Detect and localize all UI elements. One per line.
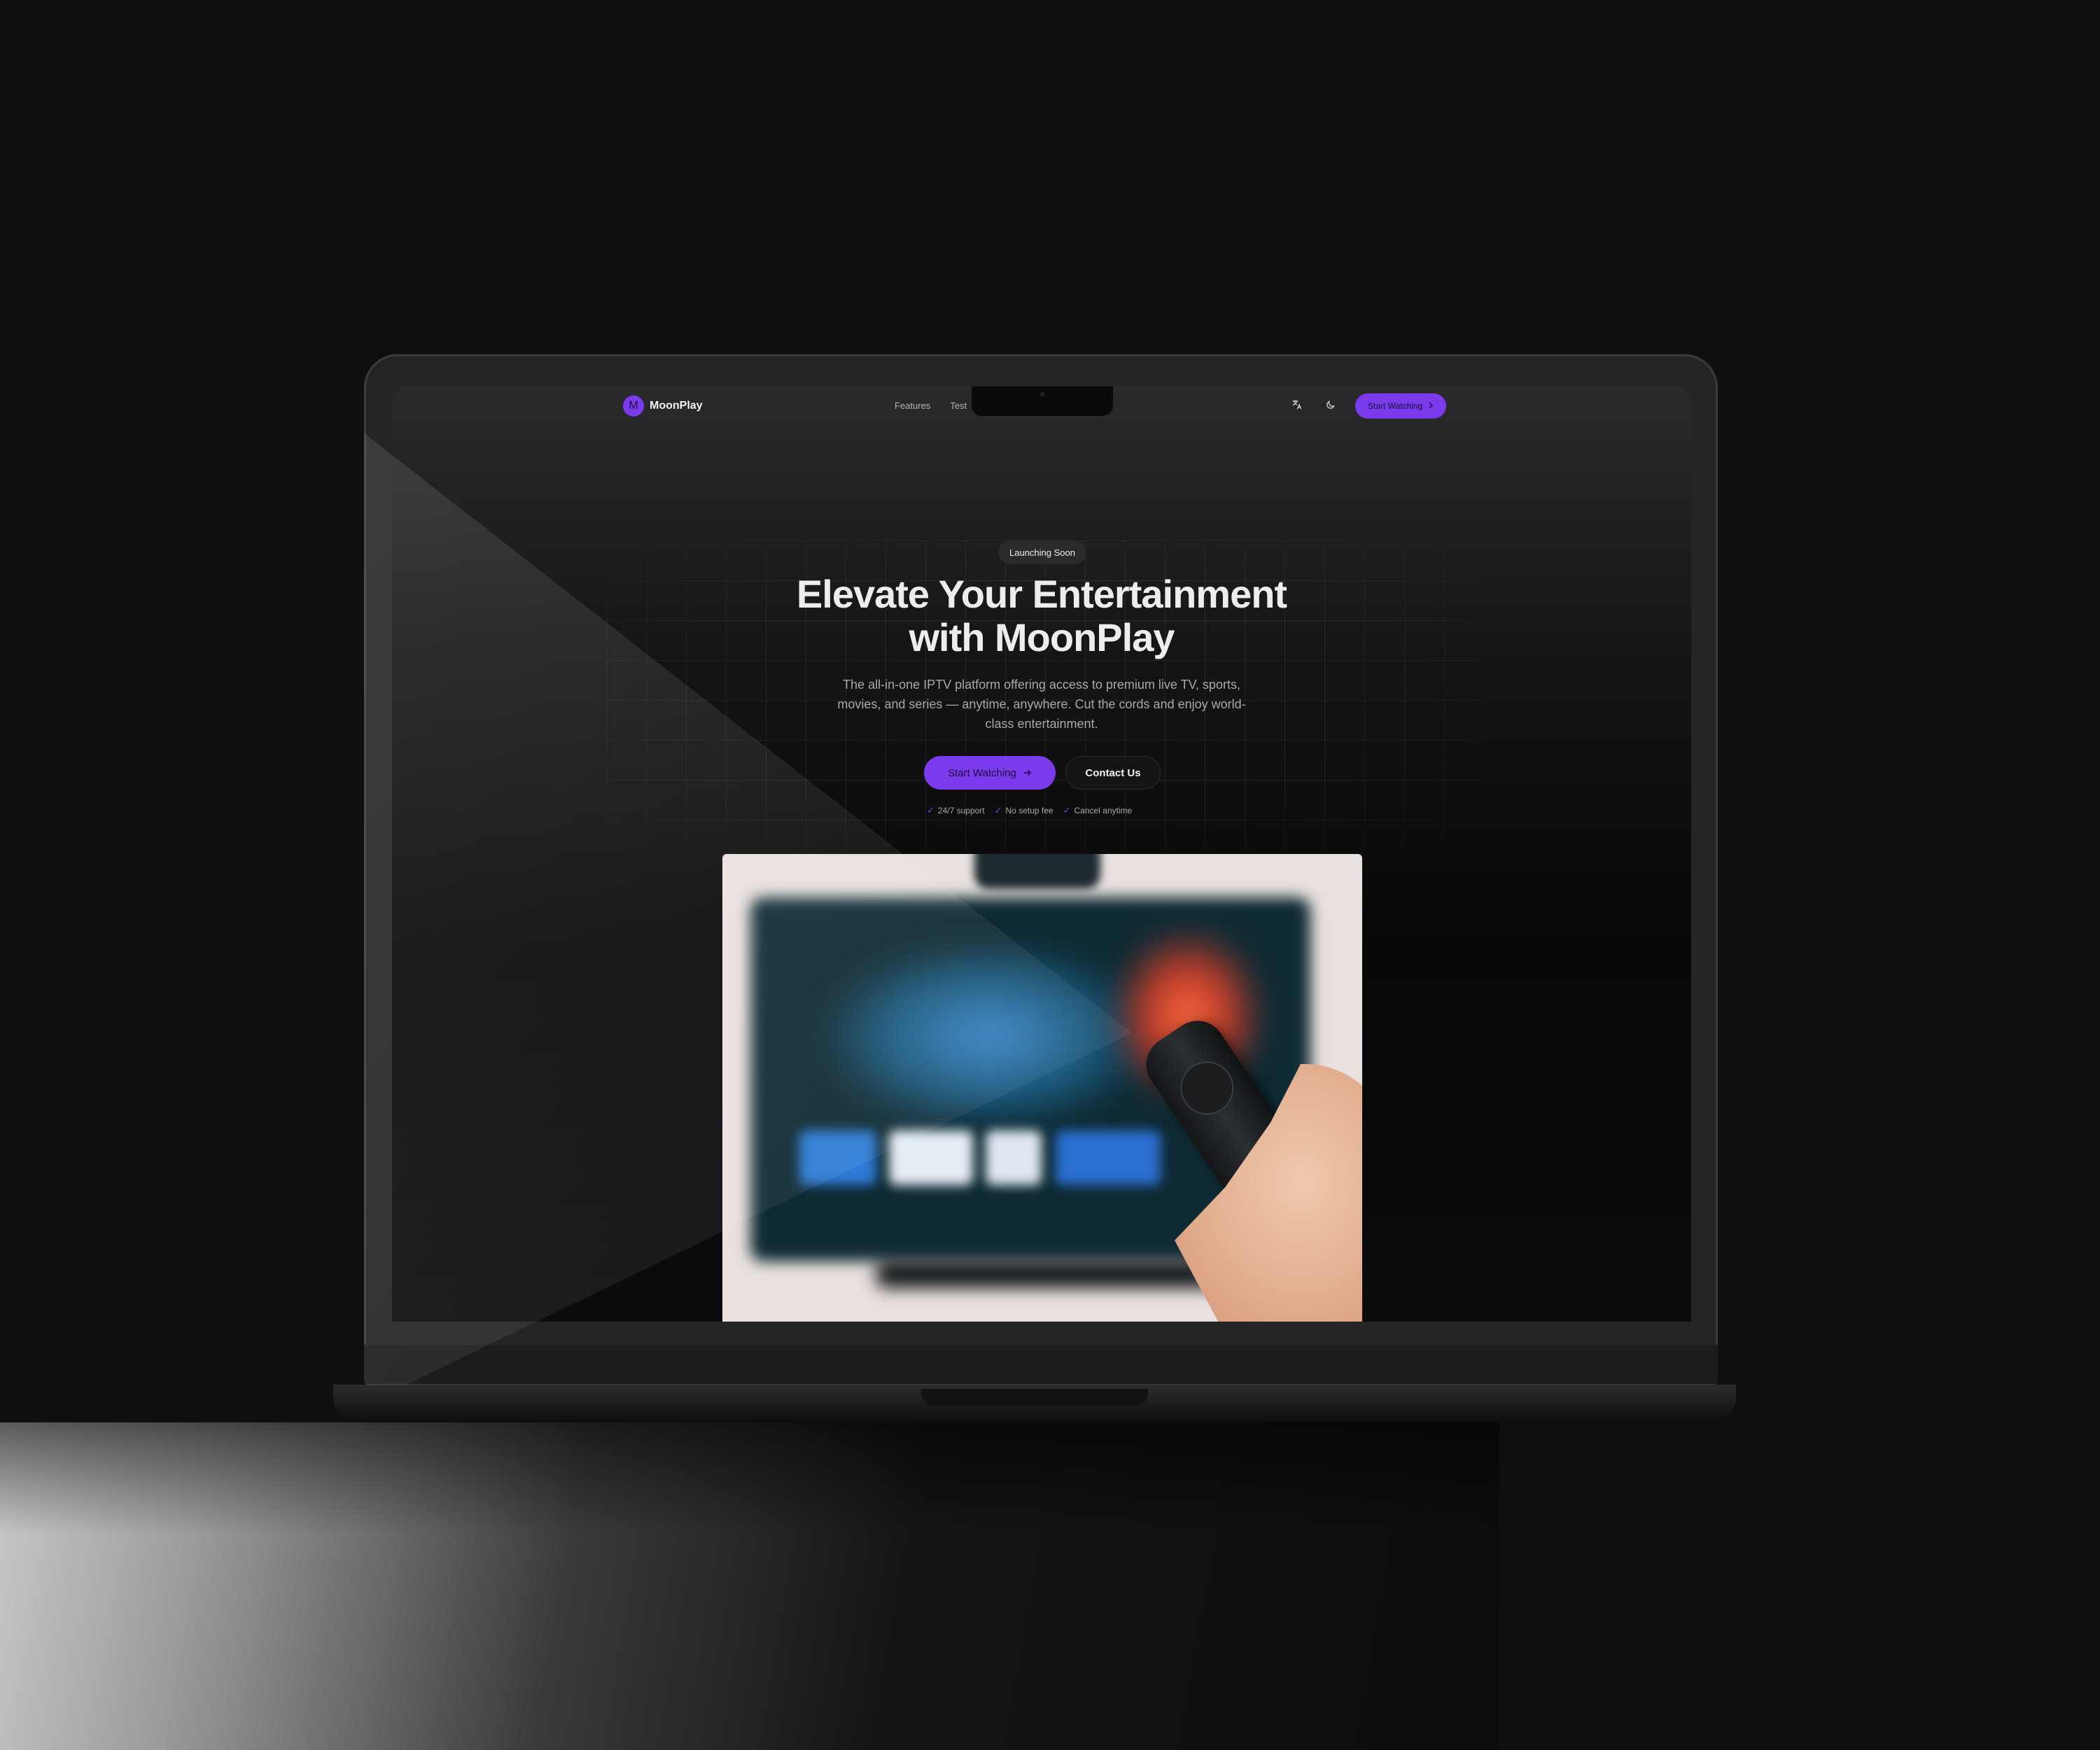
remote-dpad	[1170, 1051, 1245, 1126]
tv-tile	[799, 1130, 876, 1185]
moon-icon[interactable]	[1322, 400, 1340, 412]
pedestal-shadow	[0, 1422, 1499, 1534]
tv-tile	[1056, 1130, 1161, 1185]
start-watching-button[interactable]: Start Watching	[924, 756, 1056, 790]
laptop-base-notch	[921, 1389, 1148, 1406]
nav-actions: Start Watching	[1288, 393, 1447, 419]
start-watching-label: Start Watching	[948, 766, 1016, 779]
perk-item: ✓ No setup fee	[995, 805, 1054, 816]
hero-headline: Elevate Your Entertainment with MoonPlay	[692, 573, 1392, 659]
nav-cta-label: Start Watching	[1368, 401, 1423, 411]
hero-cta-row: Start Watching Contact Us	[924, 756, 1161, 790]
nav-link-testimonials[interactable]: Test	[950, 400, 967, 411]
headline-line-1: Elevate Your Entertainment	[796, 572, 1287, 616]
check-icon: ✓	[994, 805, 1002, 816]
check-icon: ✓	[927, 805, 934, 816]
brand-logo[interactable]: M MoonPlay	[623, 396, 703, 416]
nav-start-watching-button[interactable]: Start Watching	[1355, 393, 1447, 419]
hero-subtext: The all-in-one IPTV platform offering ac…	[837, 678, 1246, 731]
nav-links: Features Test	[895, 400, 967, 411]
webcam-icon	[1040, 392, 1044, 396]
blurred-webcam	[974, 854, 1100, 889]
logo-mark-icon: M	[623, 396, 644, 416]
brand-name: MoonPlay	[650, 400, 703, 412]
headline-line-2: with MoonPlay	[909, 615, 1175, 659]
perk-item: ✓ 24/7 support	[927, 805, 985, 816]
laptop-screen: M MoonPlay Features Test Start Watching …	[392, 386, 1691, 1322]
camera-notch	[972, 386, 1113, 416]
tv-stand	[876, 1260, 1240, 1288]
perk-label: No setup fee	[1005, 806, 1054, 816]
laptop-chin	[364, 1345, 1718, 1384]
hero-image-remote-tv	[722, 854, 1362, 1322]
perk-label: 24/7 support	[937, 806, 985, 816]
tv-screen-glow	[827, 945, 1149, 1127]
contact-us-button[interactable]: Contact Us	[1065, 756, 1161, 790]
perk-label: Cancel anytime	[1074, 806, 1133, 816]
nav-link-features[interactable]: Features	[895, 400, 930, 411]
chevron-right-icon	[1428, 401, 1434, 411]
hero-perks: ✓ 24/7 support ✓ No setup fee ✓ Cancel a…	[927, 805, 1132, 816]
launching-badge: Launching Soon	[998, 540, 1086, 564]
check-icon: ✓	[1063, 805, 1071, 816]
tv-tile	[986, 1130, 1042, 1185]
translate-icon[interactable]	[1288, 399, 1306, 413]
perk-item: ✓ Cancel anytime	[1063, 805, 1133, 816]
arrow-right-icon	[1023, 767, 1032, 779]
tv-tile	[889, 1130, 973, 1185]
